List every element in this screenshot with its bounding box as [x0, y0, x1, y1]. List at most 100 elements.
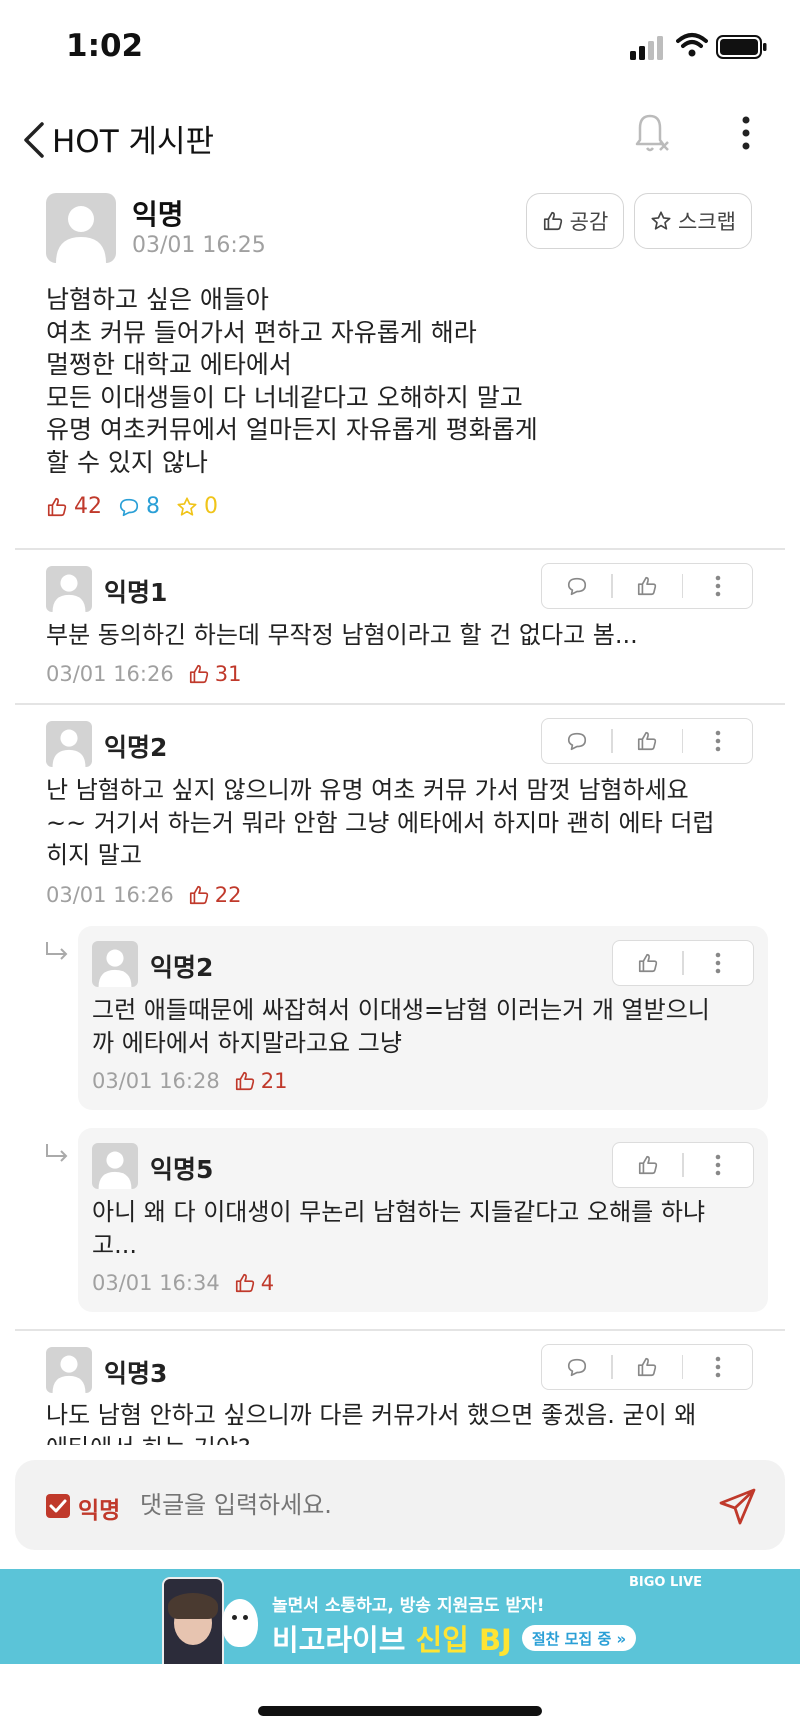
reply-button[interactable]: [542, 1345, 611, 1389]
comment-more-button[interactable]: [683, 564, 752, 608]
comment-like-button[interactable]: [613, 1143, 682, 1187]
comment-input[interactable]: [140, 1491, 620, 1519]
comment-actions: [612, 940, 754, 986]
comment-text-line: 히지 말고: [46, 841, 142, 869]
comment-text-line: 부분 동의하긴 하는데 무작정 남혐이라고 할 건 없다고 봄...: [46, 621, 638, 649]
like-button-label: 공감: [569, 210, 609, 234]
ad-phone-image: [162, 1577, 224, 1664]
comment-text-line: 고...: [92, 1230, 137, 1259]
divider: [15, 703, 785, 705]
comment-like-button[interactable]: [613, 1345, 682, 1389]
post-date: 03/01 16:25: [132, 233, 266, 258]
comment-author: 익명2: [150, 953, 214, 982]
anonymous-label: 익명: [78, 1498, 121, 1524]
comment-actions: [541, 1344, 753, 1390]
thumbs-up-icon: [189, 664, 208, 684]
thumbs-up-icon: [543, 211, 562, 231]
scrap-button-label: 스크랩: [678, 210, 736, 234]
reply-arrow-icon: [46, 1144, 68, 1162]
post-comment-count: 8: [118, 494, 160, 519]
comment-like-count: 21: [234, 1069, 288, 1093]
post-scrap-count-value: 0: [204, 494, 218, 519]
ad-brand: BIGO LIVE: [629, 1575, 703, 1590]
comment-date: 03/01 16:28: [92, 1069, 220, 1093]
reply-button[interactable]: [542, 719, 611, 763]
more-options-icon: [715, 575, 720, 597]
post-scrap-count: 0: [176, 494, 218, 519]
more-options-icon: [716, 1154, 721, 1176]
notification-off-bell-icon[interactable]: [630, 110, 670, 156]
comment-avatar: [46, 1347, 92, 1393]
ad-cta-button[interactable]: 절찬 모집 중 »: [522, 1625, 636, 1651]
back-chevron-icon[interactable]: [18, 118, 52, 162]
comment-like-button[interactable]: [613, 719, 682, 763]
ad-banner[interactable]: BIGO LIVE 놀면서 소통하고, 방송 지원금도 받자! 비고라이브 신입…: [0, 1569, 800, 1664]
more-options-icon: [715, 1356, 720, 1378]
ad-title: 비고라이브 신입 BJ: [272, 1617, 512, 1659]
comment-more-button[interactable]: [683, 1345, 752, 1389]
divider: [15, 548, 785, 550]
comment-like-count-value: 22: [214, 883, 242, 907]
comment-like-button[interactable]: [613, 564, 682, 608]
comment-text-line: ~~ 거기서 하는거 뭐라 안함 그냥 에타에서 하지마 괜히 에타 더럽: [46, 808, 715, 837]
comment-author: 익명1: [104, 578, 168, 607]
comment-more-button[interactable]: [684, 1143, 753, 1187]
ad-mascot: [222, 1599, 258, 1647]
post-like-count-value: 42: [74, 494, 102, 519]
post-comment-count-value: 8: [146, 494, 160, 519]
thumbs-up-icon: [235, 1273, 254, 1293]
comment-text-line: 까 에타에서 하지말라고요 그냥: [92, 1028, 402, 1057]
status-time: 1:02: [66, 28, 144, 64]
more-options-icon[interactable]: [738, 116, 754, 150]
checkmark-icon: [49, 1499, 67, 1513]
comment-more-button[interactable]: [683, 719, 752, 763]
comment-text-line: 난 남혐하고 싶지 않으니까 유명 여초 커뮤 가서 맘껏 남혐하세요: [46, 776, 689, 804]
comment-author: 익명3: [104, 1359, 168, 1388]
post-body: 남혐하고 싶은 애들아 여초 커뮤 들어가서 편하고 자유롭게 해라 멀쩡한 대…: [46, 284, 538, 479]
comment-text: 나도 남혐 안하고 싶으니까 다른 커뮤가서 했으면 좋겠음. 굳이 왜 에타에…: [46, 1399, 786, 1445]
scrap-button[interactable]: 스크랩: [634, 193, 752, 249]
comment-text-line: 아니 왜 다 이대생이 무논리 남혐하는 지들같다고 오해를 하냐: [92, 1198, 706, 1226]
anonymous-checkbox[interactable]: [46, 1494, 70, 1518]
signal-icon: [630, 36, 663, 60]
star-icon: [651, 211, 671, 230]
more-options-icon: [715, 730, 720, 752]
comment-text-line: 그런 애들때문에 싸잡혀서 이대생=남혐 이러는거 개 열받으니: [92, 996, 710, 1024]
thumbs-up-icon: [235, 1071, 254, 1091]
comment-date: 03/01 16:26: [46, 883, 174, 907]
more-options-icon: [716, 952, 721, 974]
like-button[interactable]: 공감: [526, 193, 624, 249]
reply-button[interactable]: [542, 564, 611, 608]
ad-title-highlight: 신입 BJ: [415, 1623, 512, 1657]
comment-like-count: 22: [188, 883, 242, 907]
comment-bubble-icon: [567, 732, 586, 751]
post-like-count: 42: [46, 494, 102, 519]
comment-text: 난 남혐하고 싶지 않으니까 유명 여초 커뮤 가서 맘껏 남혐하세요 ~~ 거…: [46, 774, 715, 872]
comment-text-line: 에타에서 하는 거야?: [46, 1432, 786, 1446]
comment-author: 익명5: [150, 1155, 214, 1184]
divider: [15, 1329, 785, 1331]
comment-text: 아니 왜 다 이대생이 무논리 남혐하는 지들같다고 오해를 하냐 고...: [92, 1196, 705, 1261]
comment-meta: 03/01 16:26 31: [46, 662, 241, 686]
wifi-icon: [676, 33, 708, 57]
comment-more-button[interactable]: [684, 941, 753, 985]
comment-bubble-icon: [119, 498, 139, 516]
thumbs-up-icon: [638, 953, 657, 973]
comment-text: 그런 애들때문에 싸잡혀서 이대생=남혐 이러는거 개 열받으니 까 에타에서 …: [92, 994, 710, 1059]
star-icon: [177, 496, 197, 516]
comment-actions: [541, 718, 753, 764]
post-body-line: 유명 여초커뮤에서 얼마든지 자유롭게 평화롭게: [46, 415, 538, 444]
comment-like-button[interactable]: [613, 941, 682, 985]
comment-avatar: [46, 566, 92, 612]
post-author-name: 익명: [132, 198, 184, 231]
thumbs-up-icon: [637, 731, 657, 751]
post-body-line: 모든 이대생들이 다 너네같다고 오해하지 말고: [46, 382, 523, 412]
send-icon[interactable]: [718, 1486, 758, 1526]
comment-bubble-icon: [567, 577, 586, 596]
home-indicator[interactable]: [258, 1706, 542, 1716]
comment-like-count-value: 31: [214, 662, 242, 686]
comment-like-count-value: 21: [260, 1069, 288, 1093]
comment-meta: 03/01 16:26 22: [46, 883, 241, 907]
thumbs-up-icon: [637, 1357, 657, 1377]
comment-actions: [612, 1142, 754, 1188]
